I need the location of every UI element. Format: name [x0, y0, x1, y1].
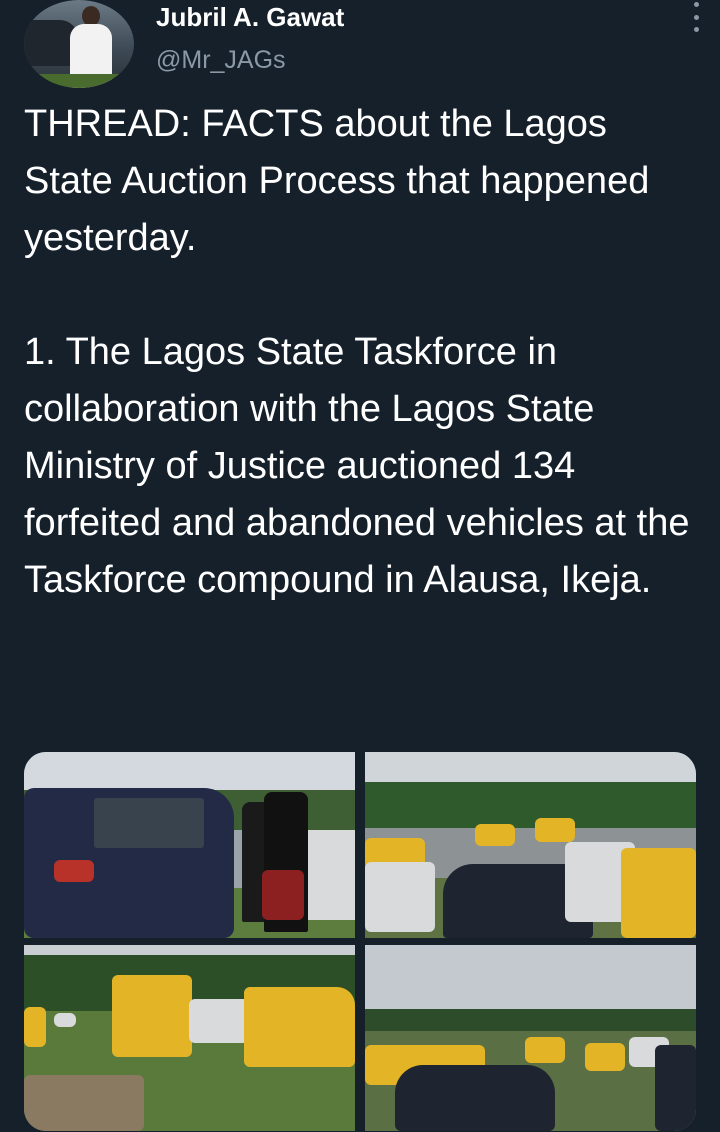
tweet-paragraph-2: 1. The Lagos State Taskforce in collabor…	[24, 331, 690, 601]
avatar-head	[82, 6, 100, 26]
avatar[interactable]	[24, 0, 134, 88]
photo-ground	[24, 1075, 144, 1131]
photo-vehicle	[24, 1007, 46, 1047]
photo-vehicle	[112, 975, 192, 1057]
media-photo-2[interactable]	[365, 752, 696, 938]
more-vertical-icon[interactable]	[688, 2, 704, 32]
more-dot-3	[693, 27, 699, 32]
tweet-text: THREAD: FACTS about the Lagos State Auct…	[24, 96, 704, 609]
photo-vehicle	[54, 1013, 76, 1027]
tweet-paragraph-1: THREAD: FACTS about the Lagos State Auct…	[24, 103, 650, 259]
tweet: Jubril A. Gawat @Mr_JAGs THREAD: FACTS a…	[0, 0, 720, 1132]
photo-vehicle	[475, 824, 515, 846]
photo-vehicle	[535, 818, 575, 842]
photo-shorts	[262, 870, 304, 920]
author-handle[interactable]: @Mr_JAGs	[156, 46, 286, 75]
tweet-header: Jubril A. Gawat @Mr_JAGs	[24, 0, 704, 95]
more-dot-2	[693, 14, 699, 20]
media-photo-4[interactable]	[365, 945, 696, 1131]
media-photo-3[interactable]	[24, 945, 355, 1131]
photo-vehicle	[655, 1045, 696, 1131]
photo-trees	[365, 1009, 696, 1033]
photo-vehicle	[621, 848, 696, 938]
photo-vehicle	[585, 1043, 625, 1071]
photo-vehicle	[395, 1065, 555, 1131]
photo-window	[94, 798, 204, 848]
avatar-ground	[24, 74, 134, 88]
photo-taillight	[54, 860, 94, 882]
photo-trees	[365, 782, 696, 828]
more-dot-1	[693, 2, 699, 7]
photo-vehicle	[525, 1037, 565, 1063]
photo-vehicle	[189, 999, 249, 1043]
author-name[interactable]: Jubril A. Gawat	[156, 2, 344, 33]
photo-vehicle	[244, 987, 355, 1067]
photo-vehicle	[365, 862, 435, 932]
media-grid	[24, 752, 696, 1131]
media-photo-1[interactable]	[24, 752, 355, 938]
